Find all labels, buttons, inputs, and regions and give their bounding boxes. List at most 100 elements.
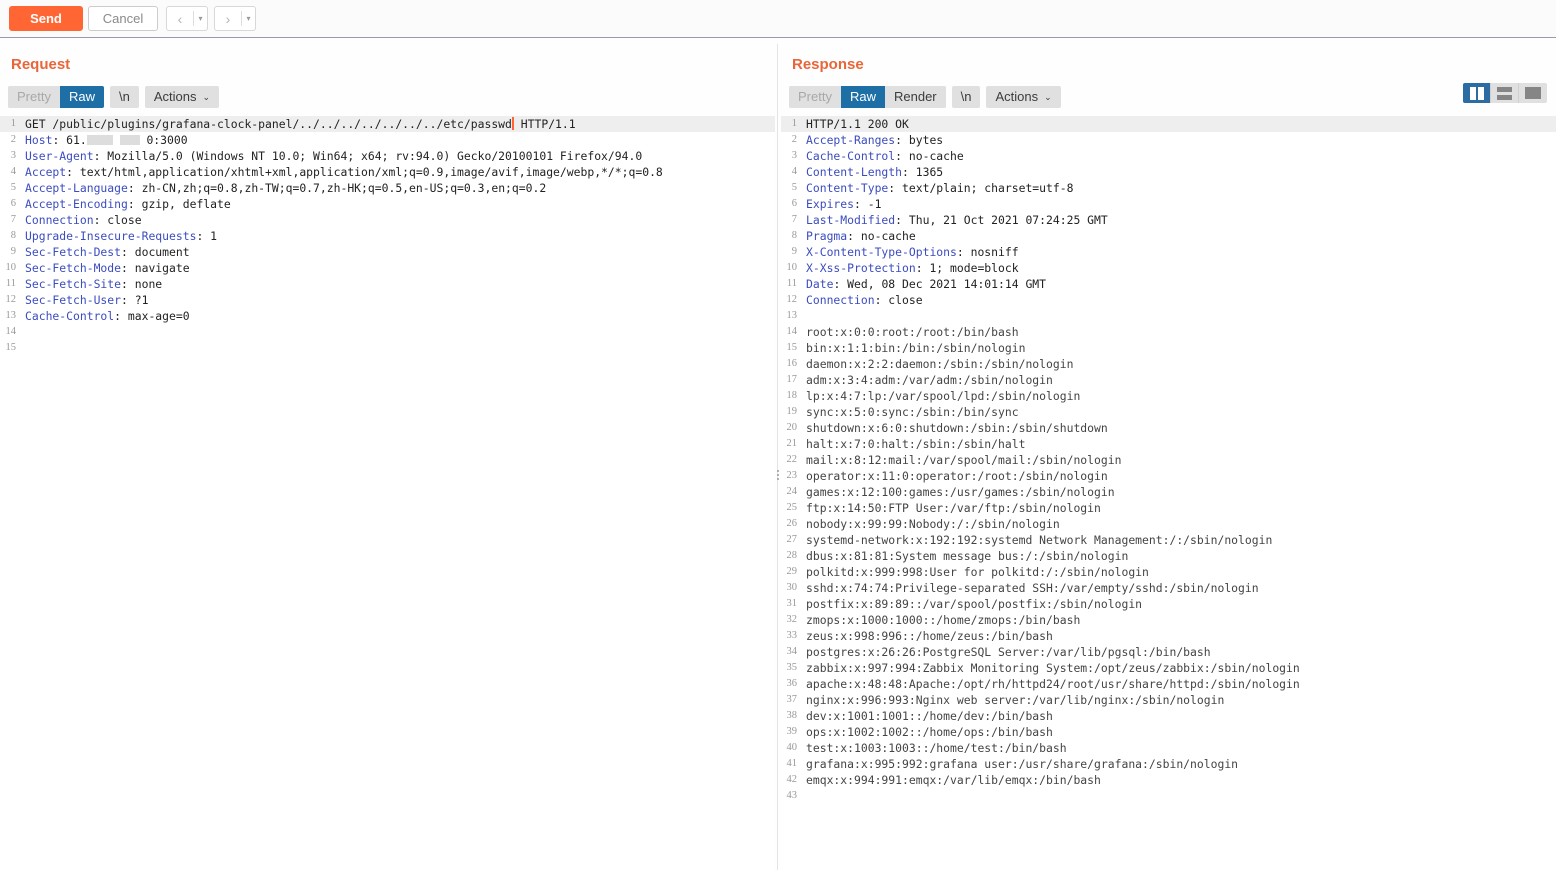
- line-content: operator:x:11:0:operator:/root:/sbin/nol…: [806, 469, 1108, 483]
- dot: [776, 478, 779, 480]
- editor-line[interactable]: 3 User-Agent: Mozilla/5.0 (Windows NT 10.…: [0, 148, 775, 164]
- editor-line[interactable]: 35 zabbix:x:997:994:Zabbix Monitoring Sys…: [781, 660, 1556, 676]
- line-number: 27: [786, 534, 798, 545]
- editor-line[interactable]: 26 nobody:x:99:99:Nobody:/:/sbin/nologin: [781, 516, 1556, 532]
- tab-response-raw[interactable]: Raw: [840, 86, 885, 108]
- editor-line[interactable]: 43: [781, 788, 1556, 804]
- line-content: Sec-Fetch-User: ?1: [25, 293, 149, 307]
- editor-line[interactable]: 5 Content-Type: text/plain; charset=utf-8: [781, 180, 1556, 196]
- tab-request-pretty[interactable]: Pretty: [8, 86, 60, 108]
- editor-line[interactable]: 2 Accept-Ranges: bytes: [781, 132, 1556, 148]
- editor-line[interactable]: 30 sshd:x:74:74:Privilege-separated SSH:/…: [781, 580, 1556, 596]
- request-actions-button[interactable]: Actions ⌄: [144, 86, 220, 108]
- editor-line[interactable]: 12 Sec-Fetch-User: ?1: [0, 292, 775, 308]
- editor-line[interactable]: 4 Accept: text/html,application/xhtml+xml…: [0, 164, 775, 180]
- line-content: User-Agent: Mozilla/5.0 (Windows NT 10.0…: [25, 149, 643, 163]
- editor-line[interactable]: 20 shutdown:x:6:0:shutdown:/sbin:/sbin/sh…: [781, 420, 1556, 436]
- editor-line[interactable]: 10 X-Xss-Protection: 1; mode=block: [781, 260, 1556, 276]
- editor-line[interactable]: 29 polkitd:x:999:998:User for polkitd:/:/…: [781, 564, 1556, 580]
- single-pane-layout-button[interactable]: [1519, 83, 1547, 103]
- editor-line[interactable]: 27 systemd-network:x:192:192:systemd Netw…: [781, 532, 1556, 548]
- editor-line[interactable]: 18 lp:x:4:7:lp:/var/spool/lpd:/sbin/nolog…: [781, 388, 1556, 404]
- line-content: HTTP/1.1 200 OK: [806, 117, 909, 131]
- editor-line[interactable]: 6 Accept-Encoding: gzip, deflate: [0, 196, 775, 212]
- editor-line[interactable]: 11 Sec-Fetch-Site: none: [0, 276, 775, 292]
- editor-line[interactable]: 15: [0, 340, 775, 356]
- response-actions-button[interactable]: Actions ⌄: [986, 86, 1061, 108]
- editor-line[interactable]: 13 Cache-Control: max-age=0: [0, 308, 775, 324]
- editor-line[interactable]: 38 dev:x:1001:1001::/home/dev:/bin/bash: [781, 708, 1556, 724]
- editor-line[interactable]: 41 grafana:x:995:992:grafana user:/usr/sh…: [781, 756, 1556, 772]
- chevron-down-icon[interactable]: ▾: [242, 7, 255, 30]
- editor-line[interactable]: 7 Last-Modified: Thu, 21 Oct 2021 07:24:2…: [781, 212, 1556, 228]
- history-forward-button[interactable]: › ▾: [214, 6, 256, 31]
- line-content: dev:x:1001:1001::/home/dev:/bin/bash: [806, 709, 1053, 723]
- editor-line[interactable]: 40 test:x:1003:1003::/home/test:/bin/bash: [781, 740, 1556, 756]
- top-bottom-layout-button[interactable]: [1491, 83, 1519, 103]
- editor-line[interactable]: 14 root:x:0:0:root:/root:/bin/bash: [781, 324, 1556, 340]
- line-content: Content-Type: text/plain; charset=utf-8: [806, 181, 1074, 195]
- editor-line[interactable]: 33 zeus:x:998:996::/home/zeus:/bin/bash: [781, 628, 1556, 644]
- response-newline-button[interactable]: \n: [951, 86, 981, 108]
- line-number: 13: [5, 310, 17, 321]
- editor-line[interactable]: 42 emqx:x:994:991:emqx:/var/lib/emqx:/bin…: [781, 772, 1556, 788]
- editor-line[interactable]: 32 zmops:x:1000:1000::/home/zmops:/bin/ba…: [781, 612, 1556, 628]
- line-content: sshd:x:74:74:Privilege-separated SSH:/va…: [806, 581, 1259, 595]
- request-actions-label: Actions: [153, 89, 197, 104]
- request-editor[interactable]: 1 GET /public/plugins/grafana-clock-panel…: [0, 116, 775, 870]
- editor-line[interactable]: 21 halt:x:7:0:halt:/sbin:/sbin/halt: [781, 436, 1556, 452]
- editor-line[interactable]: 15 bin:x:1:1:bin:/bin:/sbin/nologin: [781, 340, 1556, 356]
- editor-line[interactable]: 28 dbus:x:81:81:System message bus:/:/sbi…: [781, 548, 1556, 564]
- editor-line[interactable]: 12 Connection: close: [781, 292, 1556, 308]
- editor-line[interactable]: 1 HTTP/1.1 200 OK: [781, 116, 1556, 132]
- request-newline-button[interactable]: \n: [109, 86, 139, 108]
- editor-line[interactable]: 36 apache:x:48:48:Apache:/opt/rh/httpd24/…: [781, 676, 1556, 692]
- editor-line[interactable]: 11 Date: Wed, 08 Dec 2021 14:01:14 GMT: [781, 276, 1556, 292]
- tab-response-pretty[interactable]: Pretty: [789, 86, 841, 108]
- response-editor[interactable]: 1 HTTP/1.1 200 OK 2 Accept-Ranges: bytes 3 Ca…: [781, 116, 1556, 870]
- editor-line[interactable]: 39 ops:x:1002:1002::/home/ops:/bin/bash: [781, 724, 1556, 740]
- editor-line[interactable]: 25 ftp:x:14:50:FTP User:/var/ftp:/sbin/no…: [781, 500, 1556, 516]
- editor-line[interactable]: 9 X-Content-Type-Options: nosniff: [781, 244, 1556, 260]
- line-content: Accept: text/html,application/xhtml+xml,…: [25, 165, 663, 179]
- editor-line[interactable]: 24 games:x:12:100:games:/usr/games:/sbin/…: [781, 484, 1556, 500]
- editor-line[interactable]: 1 GET /public/plugins/grafana-clock-panel…: [0, 116, 775, 132]
- line-content: test:x:1003:1003::/home/test:/bin/bash: [806, 741, 1067, 755]
- editor-line[interactable]: 31 postfix:x:89:89::/var/spool/postfix:/s…: [781, 596, 1556, 612]
- editor-line[interactable]: 22 mail:x:8:12:mail:/var/spool/mail:/sbin…: [781, 452, 1556, 468]
- editor-line[interactable]: 13: [781, 308, 1556, 324]
- editor-line[interactable]: 17 adm:x:3:4:adm:/var/adm:/sbin/nologin: [781, 372, 1556, 388]
- editor-line[interactable]: 6 Expires: -1: [781, 196, 1556, 212]
- editor-line[interactable]: 10 Sec-Fetch-Mode: navigate: [0, 260, 775, 276]
- editor-line[interactable]: 34 postgres:x:26:26:PostgreSQL Server:/va…: [781, 644, 1556, 660]
- repeater-toolbar: Send Cancel ‹ ▾ › ▾: [0, 0, 1556, 38]
- cancel-button[interactable]: Cancel: [88, 6, 158, 31]
- pane-splitter-handle[interactable]: [775, 465, 780, 485]
- editor-line[interactable]: 23 operator:x:11:0:operator:/root:/sbin/n…: [781, 468, 1556, 484]
- editor-line[interactable]: 4 Content-Length: 1365: [781, 164, 1556, 180]
- line-number: 20: [786, 422, 798, 433]
- editor-line[interactable]: 14: [0, 324, 775, 340]
- editor-line[interactable]: 8 Upgrade-Insecure-Requests: 1: [0, 228, 775, 244]
- line-content: Accept-Language: zh-CN,zh;q=0.8,zh-TW;q=…: [25, 181, 547, 195]
- tab-request-raw[interactable]: Raw: [59, 86, 104, 108]
- tab-response-render[interactable]: Render: [884, 86, 946, 108]
- editor-line[interactable]: 16 daemon:x:2:2:daemon:/sbin:/sbin/nologi…: [781, 356, 1556, 372]
- history-back-button[interactable]: ‹ ▾: [166, 6, 208, 31]
- chevron-down-icon[interactable]: ▾: [194, 7, 207, 30]
- editor-line[interactable]: 5 Accept-Language: zh-CN,zh;q=0.8,zh-TW;q…: [0, 180, 775, 196]
- line-content: dbus:x:81:81:System message bus:/:/sbin/…: [806, 549, 1129, 563]
- line-content: Sec-Fetch-Site: none: [25, 277, 163, 291]
- editor-line[interactable]: 9 Sec-Fetch-Dest: document: [0, 244, 775, 260]
- editor-line[interactable]: 8 Pragma: no-cache: [781, 228, 1556, 244]
- editor-line[interactable]: 7 Connection: close: [0, 212, 775, 228]
- line-content: Accept-Encoding: gzip, deflate: [25, 197, 231, 211]
- side-by-side-layout-button[interactable]: [1463, 83, 1491, 103]
- editor-line[interactable]: 37 nginx:x:996:993:Nginx web server:/var/…: [781, 692, 1556, 708]
- send-button[interactable]: Send: [9, 6, 83, 31]
- editor-line[interactable]: 2 Host: 61. 0:3000: [0, 132, 775, 148]
- line-content: Pragma: no-cache: [806, 229, 916, 243]
- line-number: 1: [10, 118, 16, 129]
- editor-line[interactable]: 3 Cache-Control: no-cache: [781, 148, 1556, 164]
- editor-line[interactable]: 19 sync:x:5:0:sync:/sbin:/bin/sync: [781, 404, 1556, 420]
